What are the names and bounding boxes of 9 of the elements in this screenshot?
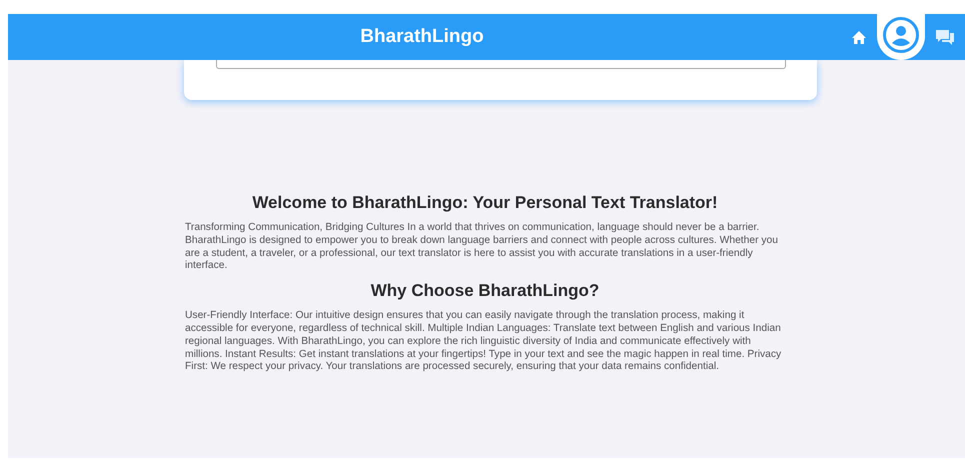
- app-title: BharathLingo: [359, 26, 485, 48]
- section-heading: Why Choose BharathLingo?: [370, 281, 600, 302]
- text-input-field[interactable]: [216, 60, 786, 69]
- section-paragraph: User-Friendly Interface: Our intuitive design ensures that you can easily navigate through the translation process, making it accessible for everyone, regardless of technical skill. Multiple Indian Languages: Translate text between English and various Indian regional languages. With BharathLingo, you can explore the rich linguistic diversity of India and communicate effectively with millions. Instant Results: Get instant translations at your fingertips! Type in your text and see the magic happen in real time. Privacy First: We respect your privacy. Your translations are processed securely, ensuring that your data remains confidential.: [185, 310, 782, 374]
- section-paragraph: Transforming Communication, Bridging Cultures In a world that thrives on communication, language should never be a barrier. BharathLingo is designed to empower you to break down language barriers and connect with people across cultures. Whether you are a student, a traveler, or a professional, our text translator is here to assist you with accurate translations in a user-friendly interface.: [185, 222, 779, 274]
- user-avatar-icon[interactable]: [882, 16, 920, 54]
- section-heading: Welcome to BharathLingo: Your Personal Text Translator!: [251, 193, 719, 213]
- chat-icon[interactable]: [935, 28, 955, 46]
- home-icon[interactable]: [851, 30, 867, 44]
